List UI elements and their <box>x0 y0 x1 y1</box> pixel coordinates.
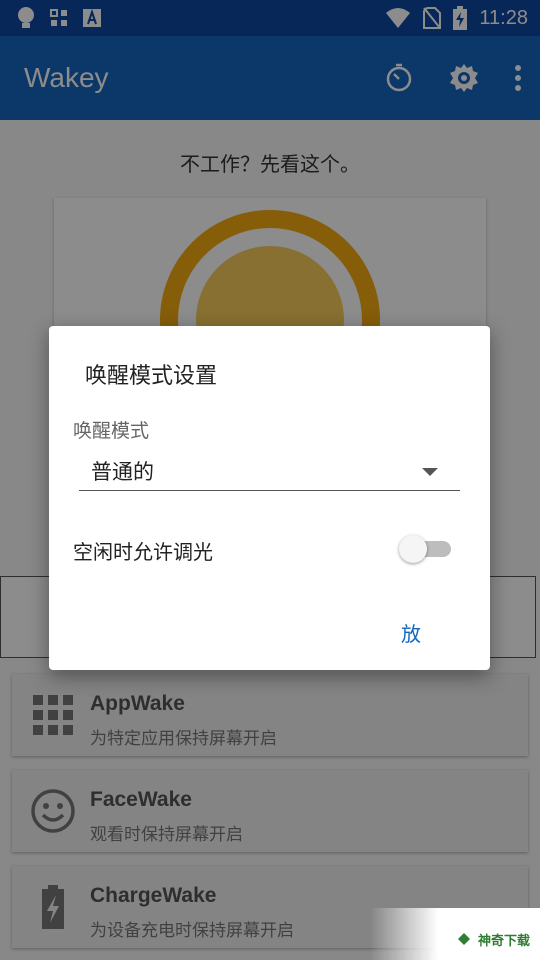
wake-mode-label: 唤醒模式 <box>73 420 150 442</box>
dialog-ok-button[interactable]: 放 <box>389 614 433 651</box>
watermark: 神奇下载 <box>370 908 540 960</box>
dropdown-caret-icon <box>422 468 438 476</box>
watermark-text: 神奇下载 <box>478 934 531 949</box>
wake-mode-dialog: 唤醒模式设置 唤醒模式 普通的 空闲时允许调光 放 <box>49 326 490 670</box>
watermark-logo-icon <box>458 933 470 945</box>
dim-when-idle-label: 空闲时允许调光 <box>73 540 213 564</box>
wake-mode-value: 普通的 <box>91 460 154 484</box>
dim-when-idle-switch[interactable] <box>399 533 451 563</box>
switch-thumb <box>399 535 427 563</box>
dialog-title: 唤醒模式设置 <box>85 364 218 389</box>
wake-mode-select[interactable]: 普通的 <box>79 452 460 491</box>
